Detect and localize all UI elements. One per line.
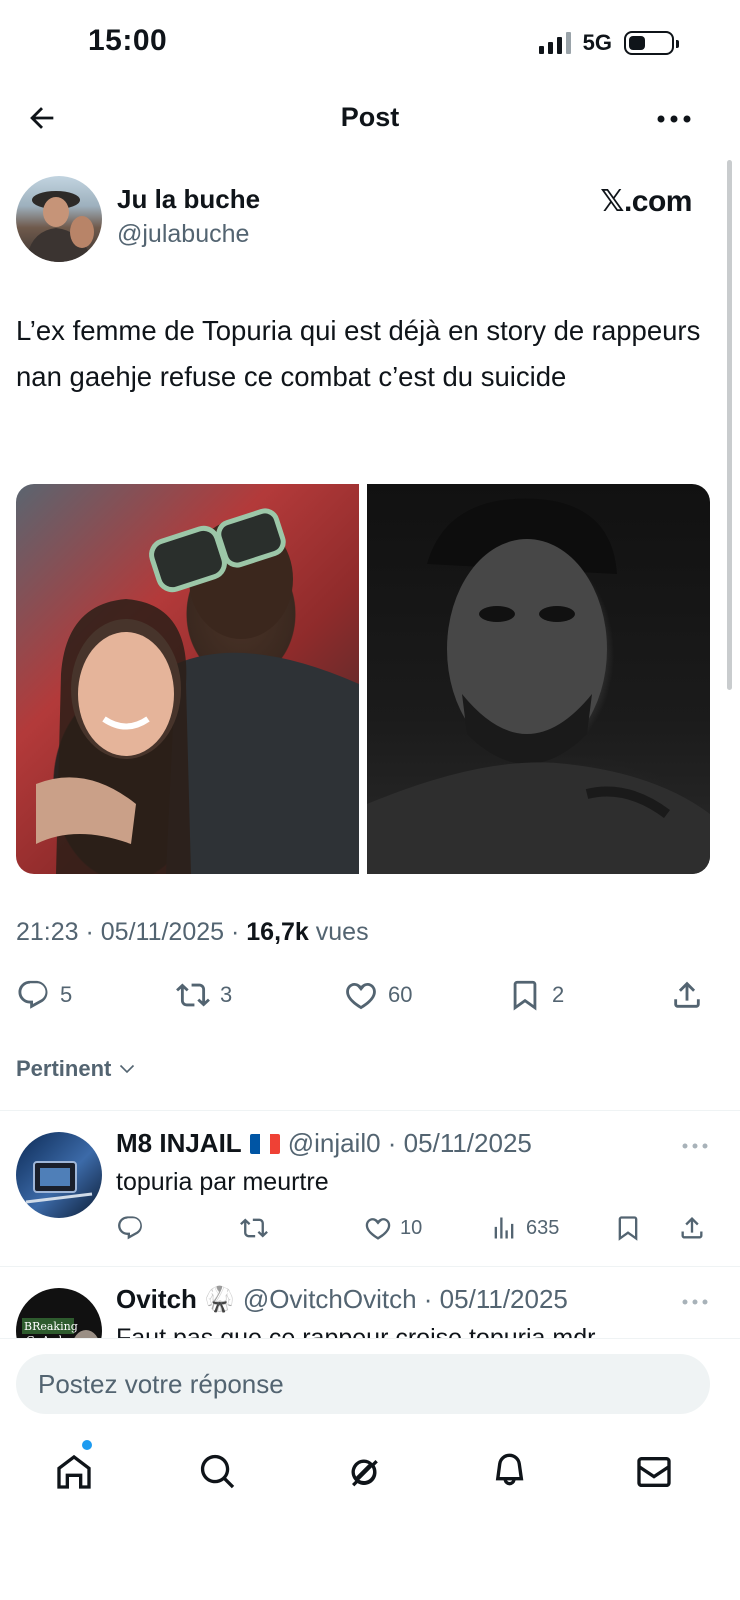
like-count: 60 [388, 982, 413, 1007]
author-handle[interactable]: @julabuche [117, 220, 249, 249]
nav-home[interactable] [50, 1448, 98, 1496]
divider [0, 1266, 740, 1267]
status-indicators: 5G [538, 30, 679, 56]
heart-icon [346, 982, 376, 1010]
reply-more-button[interactable] [680, 1136, 710, 1156]
network-label: 5G [582, 30, 612, 55]
reply-header: Ovitch 🥋 @OvitchOvitch · 05/11/2025 [116, 1284, 568, 1315]
more-horizontal-icon [657, 115, 691, 123]
home-icon [57, 1454, 91, 1489]
author-avatar[interactable] [16, 176, 102, 262]
martial-arts-uniform-icon: 🥋 [204, 1286, 235, 1313]
avatar-logo-line-1: BReaking [24, 1320, 78, 1333]
more-horizontal-icon [682, 1143, 708, 1149]
envelope-icon [637, 1457, 671, 1487]
status-time: 15:00 [88, 24, 168, 57]
views-chart-icon [494, 1217, 514, 1239]
reply-text: topuria par meurtre [116, 1168, 329, 1196]
repost-icon [240, 1218, 268, 1238]
sort-label: Pertinent [16, 1056, 112, 1081]
chevron-down-icon [120, 1064, 135, 1074]
bookmark-action[interactable]: 2 [508, 978, 564, 1012]
reply-repost-action[interactable] [240, 1214, 268, 1242]
reply-more-button[interactable] [680, 1292, 710, 1312]
share-icon [681, 1217, 703, 1239]
reply-handle[interactable]: @OvitchOvitch · 05/11/2025 [243, 1284, 568, 1315]
bookmark-count: 2 [552, 982, 565, 1007]
repost-count: 3 [220, 982, 233, 1007]
search-icon [200, 1454, 235, 1489]
scrollbar[interactable] [727, 160, 732, 690]
reply-count: 5 [60, 982, 73, 1007]
share-icon [674, 981, 700, 1008]
post-timestamp: 21:23 · 05/11/2025 · [16, 918, 247, 946]
reply-handle[interactable]: @injail0 · 05/11/2025 [288, 1128, 532, 1159]
reply-action[interactable]: 5 [16, 978, 72, 1012]
bell-icon [495, 1453, 524, 1486]
reply-author-name[interactable]: M8 INJAIL [116, 1128, 242, 1159]
reply-avatar[interactable] [16, 1132, 102, 1218]
post-text: L’ex femme de Topuria qui est déjà en st… [16, 315, 701, 392]
media-photo-2[interactable] [367, 484, 710, 874]
reply-views-action[interactable]: 635 [490, 1214, 559, 1242]
author-name[interactable]: Ju la buche [117, 184, 260, 215]
views-count: 16,7k [246, 918, 309, 946]
battery-icon [624, 31, 679, 55]
reply-like-count: 10 [400, 1216, 423, 1239]
post-media[interactable] [16, 484, 710, 874]
sort-dropdown[interactable]: Pertinent [16, 1056, 137, 1082]
reply-like-action[interactable]: 10 [364, 1214, 422, 1242]
nav-search[interactable] [194, 1448, 242, 1496]
views-label: vues [308, 918, 369, 946]
reply-header: M8 INJAIL @injail0 · 05/11/2025 [116, 1128, 532, 1159]
reply-icon [118, 1216, 142, 1240]
nav-grok[interactable] [340, 1448, 388, 1496]
signal-icon [538, 32, 571, 54]
notification-dot [82, 1440, 92, 1450]
page-title: Post [340, 102, 400, 132]
reply-input[interactable]: Postez votre réponse [16, 1354, 710, 1414]
repost-action[interactable]: 3 [176, 978, 232, 1012]
share-action[interactable] [670, 978, 704, 1012]
like-action[interactable]: 60 [344, 978, 412, 1012]
media-photo-1[interactable] [16, 484, 359, 874]
repost-icon [176, 983, 210, 1007]
bookmark-icon [513, 980, 537, 1011]
source-label[interactable]: 𝕏.com [600, 184, 692, 219]
nav-notifications[interactable] [486, 1448, 534, 1496]
reply-author-name[interactable]: Ovitch [116, 1284, 197, 1315]
reply-view-count: 635 [526, 1216, 560, 1239]
grok-icon [351, 1459, 378, 1487]
bookmark-icon [618, 1216, 638, 1241]
reply-share-action[interactable] [678, 1214, 706, 1242]
post-meta: 21:23 · 05/11/2025 · 16,7k vues [16, 918, 369, 947]
more-button[interactable] [654, 104, 694, 134]
more-horizontal-icon [682, 1299, 708, 1305]
reply-bookmark-action[interactable] [614, 1214, 642, 1242]
reply-icon [18, 980, 48, 1009]
france-flag-icon [249, 1133, 280, 1154]
heart-icon [365, 1218, 391, 1240]
reply-reply-action[interactable] [116, 1214, 144, 1242]
nav-messages[interactable] [630, 1448, 678, 1496]
divider [0, 1110, 740, 1111]
